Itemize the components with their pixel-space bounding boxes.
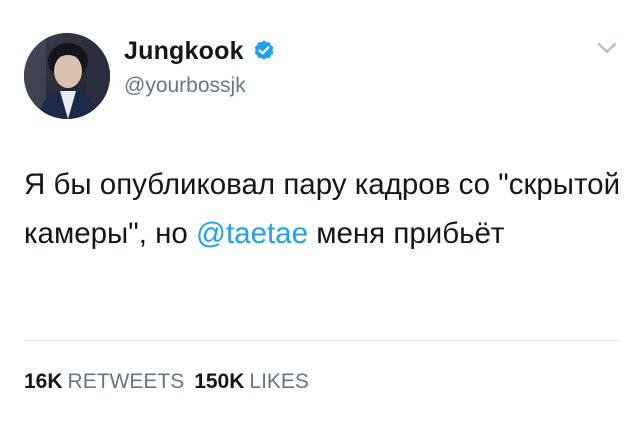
- author-name-row: Jungkook: [124, 36, 276, 66]
- divider: [24, 340, 620, 341]
- mention-link[interactable]: @taetae: [196, 217, 308, 250]
- likes-count[interactable]: 150K: [194, 370, 244, 393]
- tweet-text: Я бы опубликовал пару кадров со "скрытой…: [24, 160, 624, 258]
- chevron-down-icon[interactable]: [596, 40, 618, 56]
- retweets-count[interactable]: 16K: [24, 370, 63, 393]
- likes-label[interactable]: LIKES: [249, 370, 309, 393]
- tweet-card: Jungkook @yourbossjk Я бы опубликовал па…: [0, 0, 640, 436]
- avatar[interactable]: [24, 33, 110, 119]
- verified-badge-icon: [252, 39, 276, 63]
- tweet-text-part2: меня прибьёт: [308, 217, 505, 250]
- avatar-photo: [24, 33, 110, 119]
- tweet-stats: 16K RETWEETS 150K LIKES: [24, 368, 319, 396]
- retweets-label[interactable]: RETWEETS: [68, 370, 185, 393]
- user-handle[interactable]: @yourbossjk: [124, 74, 246, 98]
- display-name[interactable]: Jungkook: [124, 37, 244, 66]
